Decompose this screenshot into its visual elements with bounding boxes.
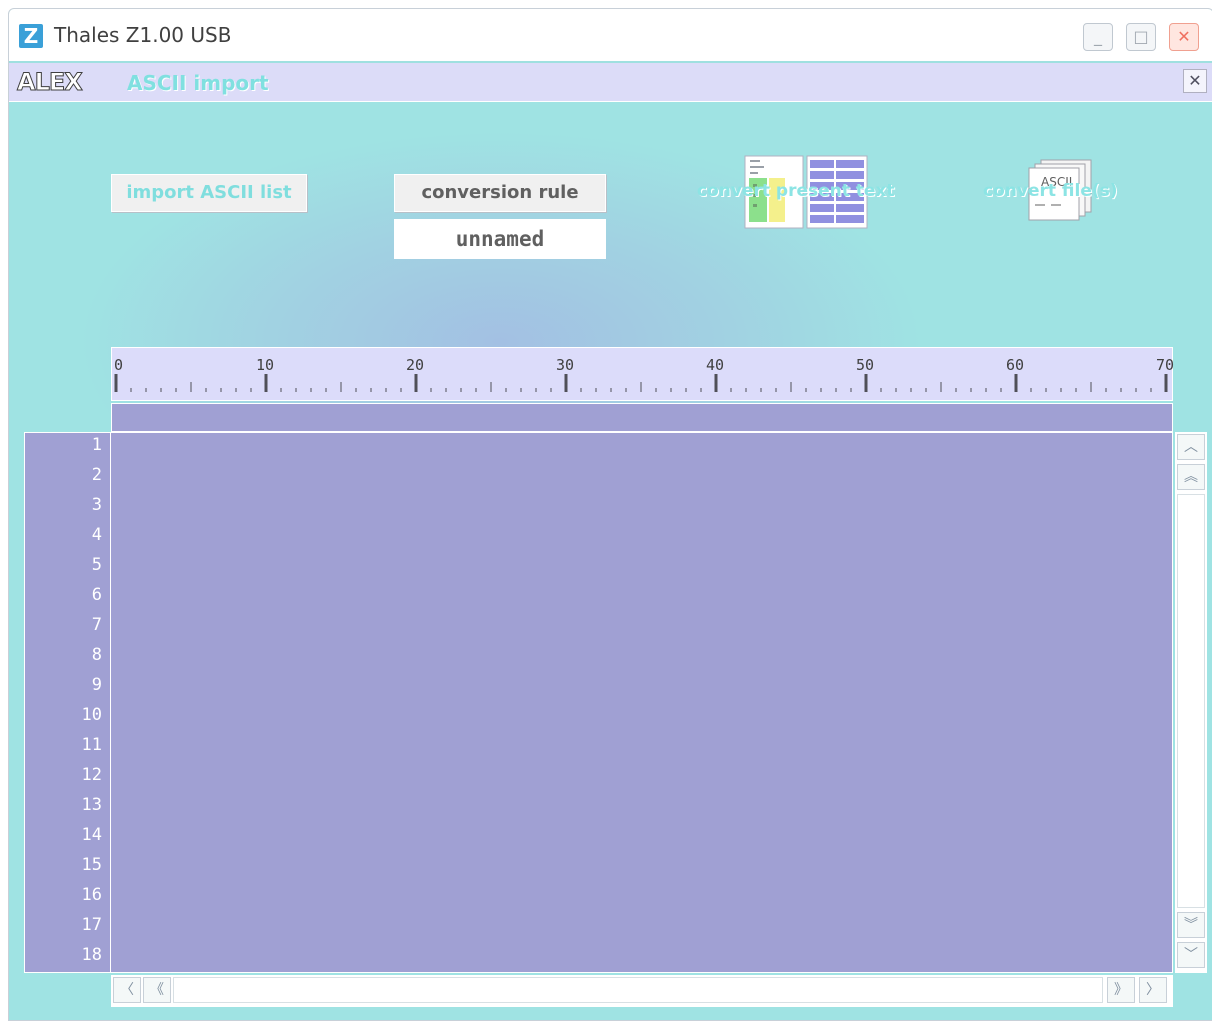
column-ruler: 0 10 20 30 40 50 60 70: [111, 347, 1175, 401]
vertical-scrollbar[interactable]: ︿ ︽ ︾ ﹀: [1175, 432, 1207, 973]
line-number: 5: [91, 555, 102, 575]
close-button[interactable]: ✕: [1169, 23, 1199, 51]
window-title: Thales Z1.00 USB: [54, 23, 232, 47]
line-number: 1: [91, 435, 102, 455]
line-number: 11: [81, 735, 102, 755]
horizontal-scroll-track[interactable]: [173, 977, 1103, 1003]
line-number-gutter: 1 2 3 4 5 6 7 8 9 10 11 12 13 14 15 16 1…: [24, 432, 111, 973]
line-number: 10: [81, 705, 102, 725]
ruler-label-20: 20: [406, 356, 425, 374]
page-left-button[interactable]: 《: [143, 977, 171, 1003]
convert-present-text-button[interactable]: convert present text: [695, 154, 915, 230]
import-panel: import ASCII list conversion rule unname…: [9, 102, 1212, 1020]
page-right-button[interactable]: 》: [1107, 977, 1135, 1003]
scroll-right-button[interactable]: 〉: [1139, 977, 1167, 1003]
convert-present-text-label: convert present text: [697, 181, 895, 201]
rule-name-field[interactable]: unnamed: [394, 219, 606, 259]
scroll-down-button[interactable]: ﹀: [1177, 942, 1205, 968]
line-number: 18: [81, 945, 102, 965]
ruler-label-60: 60: [1006, 356, 1025, 374]
scroll-up-button[interactable]: ︿: [1177, 434, 1205, 460]
maximize-button[interactable]: □: [1126, 23, 1156, 51]
line-number: 14: [81, 825, 102, 845]
text-editor-area[interactable]: [111, 432, 1173, 973]
ruler-label-50: 50: [856, 356, 875, 374]
import-ascii-list-button[interactable]: import ASCII list: [111, 174, 307, 212]
scroll-left-button[interactable]: 〈: [113, 977, 141, 1003]
line-number: 7: [91, 615, 102, 635]
ruler-label-0: 0: [114, 356, 124, 374]
horizontal-scrollbar[interactable]: 〈 《 》 〉: [111, 975, 1173, 1007]
title-bar: Z Thales Z1.00 USB _ □ ✕: [9, 9, 1212, 61]
ruler-label-10: 10: [256, 356, 275, 374]
line-number: 16: [81, 885, 102, 905]
line-number: 2: [91, 465, 102, 485]
module-close-button[interactable]: ✕: [1183, 69, 1207, 93]
vertical-scroll-track[interactable]: [1177, 494, 1205, 908]
ruler-label-70: 70: [1156, 356, 1175, 374]
convert-files-button[interactable]: ASCII convert file(s): [981, 158, 1141, 222]
line-number: 4: [91, 525, 102, 545]
page-up-button[interactable]: ︽: [1177, 464, 1205, 490]
line-number: 8: [91, 645, 102, 665]
ruler-label-40: 40: [706, 356, 725, 374]
minimize-button[interactable]: _: [1083, 23, 1113, 51]
z-app-icon: Z: [19, 24, 43, 48]
line-number: 15: [81, 855, 102, 875]
module-title: ASCII import: [127, 71, 269, 95]
ruler-label-30: 30: [556, 356, 575, 374]
line-number: 13: [81, 795, 102, 815]
line-number: 9: [91, 675, 102, 695]
page-down-button[interactable]: ︾: [1177, 912, 1205, 938]
line-number: 3: [91, 495, 102, 515]
alex-logo: ALEX: [17, 68, 84, 97]
convert-files-label: convert file(s): [983, 181, 1118, 201]
line-number: 12: [81, 765, 102, 785]
column-header-strip: [111, 403, 1173, 432]
line-number: 6: [91, 585, 102, 605]
line-number: 17: [81, 915, 102, 935]
app-window: Z Thales Z1.00 USB _ □ ✕ ALEX ASCII impo…: [8, 8, 1212, 1021]
conversion-rule-button[interactable]: conversion rule: [394, 174, 606, 212]
module-header: ALEX ASCII import ✕: [9, 63, 1212, 102]
